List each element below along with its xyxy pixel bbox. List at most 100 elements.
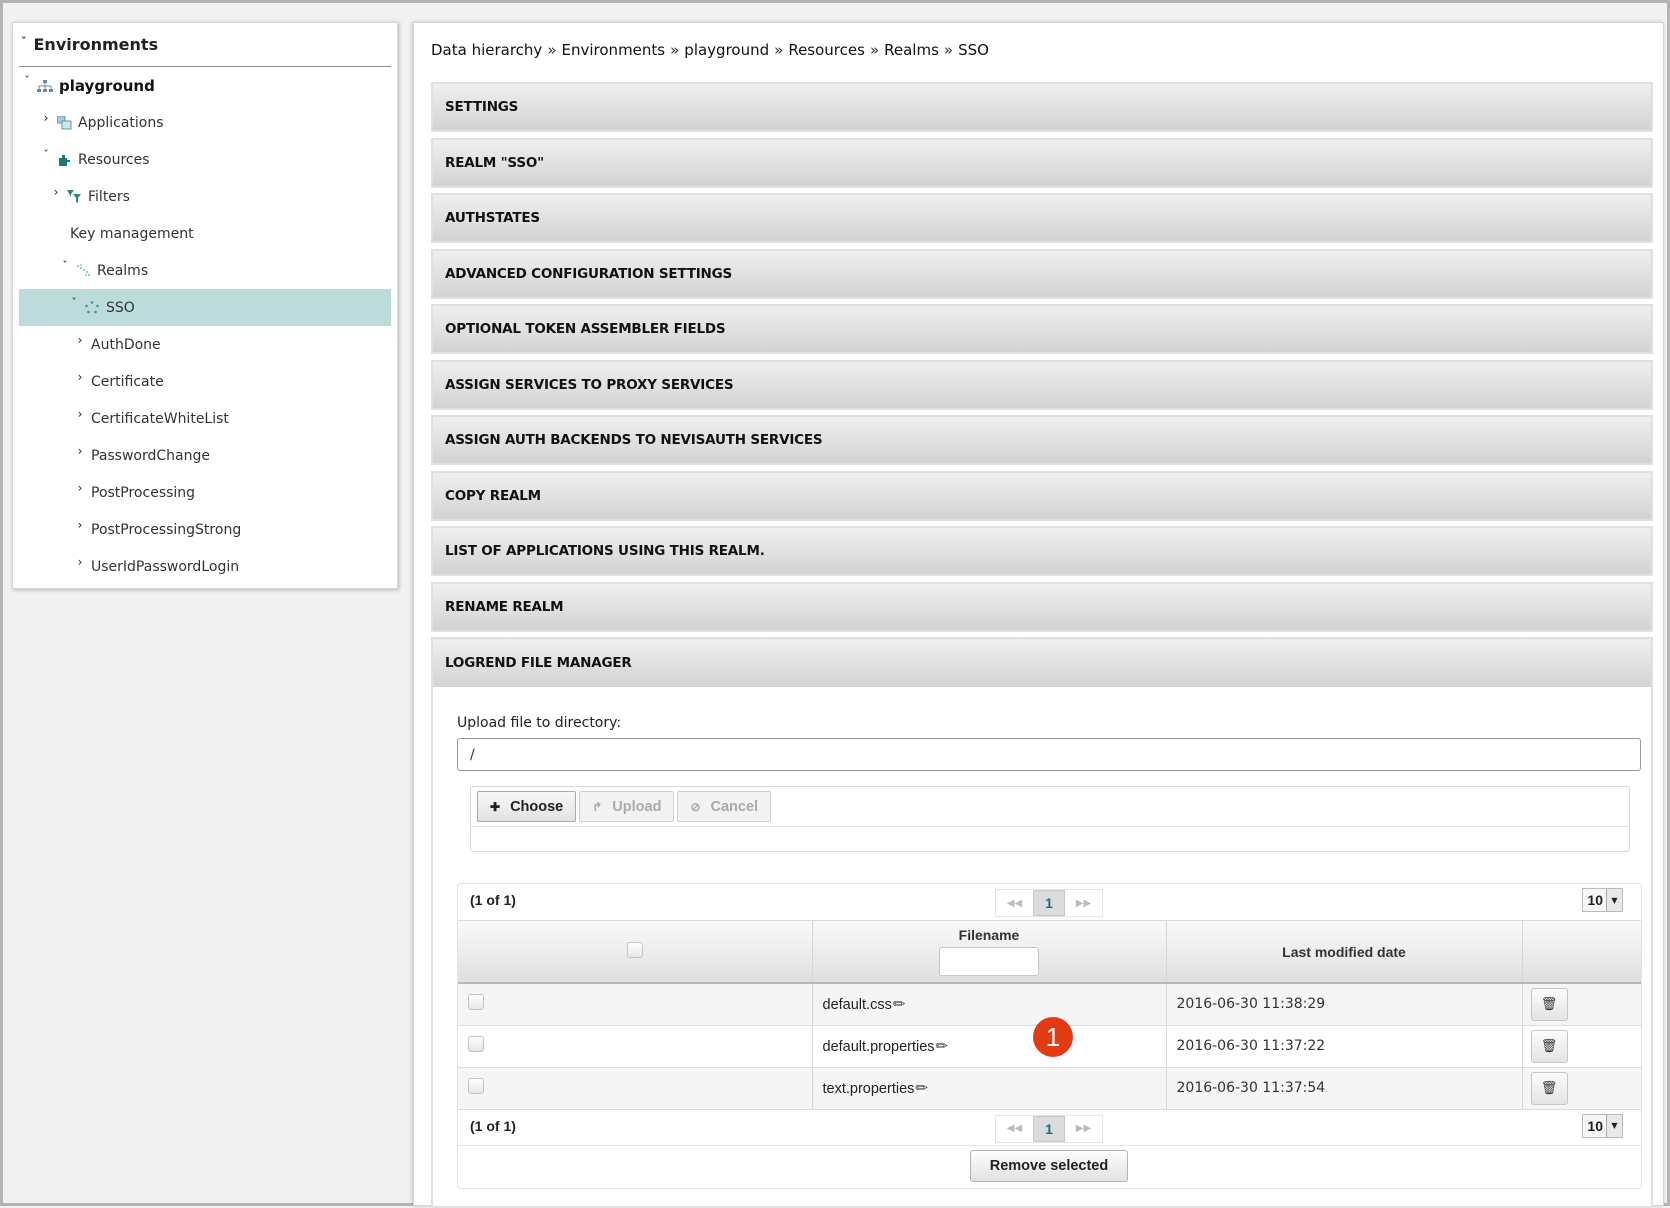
select-all-checkbox[interactable] (626, 942, 643, 958)
chevron-right-icon[interactable]: › (50, 185, 62, 199)
row-checkbox[interactable] (468, 1036, 484, 1052)
breadcrumb-item-resources[interactable]: Resources (788, 41, 865, 59)
breadcrumb-item-environments[interactable]: Environments (562, 41, 666, 59)
chevron-right-icon[interactable]: › (74, 407, 86, 421)
section-optional-token-assembler[interactable]: OPTIONAL TOKEN ASSEMBLER FIELDS (431, 304, 1653, 354)
chevron-right-icon[interactable]: › (74, 333, 86, 347)
filename-filter-input[interactable] (939, 947, 1039, 976)
chevron-down-icon[interactable]: ˇ (59, 259, 71, 272)
rows-per-page-select[interactable]: 10 ▼ (1582, 1113, 1623, 1138)
remove-selected-button[interactable]: Remove selected (970, 1149, 1128, 1182)
upload-directory-input[interactable] (457, 738, 1641, 771)
breadcrumb: Data hierarchy» Environments» playground» R… (431, 41, 989, 59)
cancel-button[interactable]: ⊘ Cancel (677, 791, 772, 822)
tree-item-key-management[interactable]: Key management (19, 215, 391, 252)
page-count: (1 of 1) (470, 1117, 516, 1134)
tree-item-certificatewhitelist[interactable]: › CertificateWhiteList (19, 400, 391, 437)
page-count: (1 of 1) (470, 892, 516, 908)
rows-per-page-value: 10 (1587, 1117, 1603, 1134)
filename-header[interactable]: Filename (812, 921, 1167, 984)
breadcrumb-separator: » (943, 41, 954, 59)
chevron-down-icon[interactable]: ˇ (68, 296, 80, 309)
rows-per-page-select[interactable]: 10 ▼ (1582, 888, 1623, 912)
filename-header-label: Filename (958, 927, 1020, 943)
trash-icon: 🗑 (1540, 1080, 1558, 1096)
breadcrumb-separator: » (547, 41, 557, 59)
page-1-button[interactable]: 1 (1033, 1115, 1065, 1142)
tree-item-useridpasswordlogin[interactable]: › UserIdPasswordLogin (19, 548, 391, 585)
section-realm-sso[interactable]: REALM "SSO" (431, 137, 1653, 188)
tree-item-applications[interactable]: › Applications (19, 104, 391, 141)
chevron-down-icon[interactable]: ˇ (40, 148, 52, 161)
page-1-button[interactable]: 1 (1033, 890, 1065, 916)
tree-item-label: Key management (70, 225, 194, 242)
upload-arrow-icon: ↱ (592, 799, 603, 814)
pencil-edit-icon[interactable]: ✏ (936, 1037, 949, 1055)
tree-item-playground[interactable]: ˇ playground (19, 67, 391, 104)
section-advanced-configuration[interactable]: ADVANCED CONFIGURATION SETTINGS (431, 248, 1653, 299)
dropdown-arrow-icon[interactable]: ▼ (1606, 889, 1622, 911)
section-list-applications[interactable]: LIST OF APPLICATIONS USING THIS REALM. (431, 526, 1653, 576)
upload-directory-label: Upload file to directory: (457, 715, 622, 731)
realms-icon (74, 264, 92, 278)
breadcrumb-item-realms[interactable]: Realms (884, 41, 939, 59)
section-authstates[interactable]: AUTHSTATES (431, 193, 1653, 243)
choose-button[interactable]: ✚ Choose (477, 791, 577, 822)
tree-item-postprocessingstrong[interactable]: › PostProcessingStrong (19, 511, 391, 548)
tree-header-label: Environments (33, 35, 159, 54)
delete-button[interactable]: 🗑 (1530, 1029, 1568, 1063)
chevron-right-icon[interactable]: › (74, 444, 86, 458)
tree-item-postprocessing[interactable]: › PostProcessing (19, 474, 391, 511)
section-logrend-file-manager[interactable]: LOGREND FILE MANAGER (431, 637, 1653, 687)
upload-button[interactable]: ↱ Upload (579, 791, 675, 822)
section-assign-auth-backends[interactable]: ASSIGN AUTH BACKENDS TO NEVISAUTH SERVIC… (431, 415, 1653, 465)
first-page-icon[interactable]: ◀◀ (996, 890, 1033, 916)
dropdown-arrow-icon[interactable]: ▼ (1606, 1114, 1622, 1137)
section-rename-realm[interactable]: RENAME REALM (431, 581, 1653, 632)
chevron-right-icon[interactable]: › (40, 111, 52, 125)
delete-button[interactable]: 🗑 (1530, 987, 1568, 1021)
tree-item-label: Realms (97, 262, 149, 279)
pencil-edit-icon[interactable]: ✏ (915, 1079, 928, 1097)
row-checkbox[interactable] (468, 1078, 484, 1094)
chevron-right-icon[interactable]: › (74, 370, 86, 384)
section-copy-realm[interactable]: COPY REALM (431, 470, 1653, 521)
chevron-right-icon[interactable]: › (74, 518, 86, 532)
breadcrumb-item-playground[interactable]: playground (684, 41, 769, 59)
delete-button[interactable]: 🗑 (1530, 1071, 1568, 1105)
tree-item-label: Filters (88, 188, 130, 205)
last-modified-header[interactable]: Last modified date (1166, 921, 1523, 984)
select-all-header (458, 921, 813, 984)
filename: default.css (822, 997, 892, 1014)
row-checkbox[interactable] (468, 994, 484, 1011)
chevron-right-icon[interactable]: › (74, 481, 86, 495)
table-row: text.properties✏ 2016-06-30 11:37:54 🗑 (458, 1067, 1641, 1110)
first-page-icon[interactable]: ◀◀ (996, 1116, 1033, 1142)
filename: default.properties (822, 1039, 935, 1055)
chevron-down-icon[interactable]: ˇ (21, 35, 27, 48)
tree-header-environments[interactable]: ˇ Environments (19, 23, 391, 67)
tree-item-filters[interactable]: › Filters (19, 178, 391, 215)
chevron-right-icon[interactable]: › (74, 555, 86, 569)
tree-item-authdone[interactable]: › AuthDone (19, 326, 391, 363)
rows-per-page-value: 10 (1587, 892, 1603, 908)
last-modified: 2016-06-30 11:37:54 (1176, 1080, 1326, 1096)
tree-item-passwordchange[interactable]: › PasswordChange (19, 437, 391, 474)
tree-item-label: Certificate (91, 373, 164, 390)
paginator-bottom: (1 of 1) ◀◀ 1 ▶▶ 10 ▼ (458, 1110, 1641, 1146)
pencil-edit-icon[interactable]: ✏ (893, 995, 906, 1013)
plus-icon: ✚ (490, 799, 501, 814)
tree-item-resources[interactable]: ˇ Resources (19, 141, 391, 178)
last-modified: 2016-06-30 11:37:22 (1176, 1038, 1326, 1054)
tree-panel: ˇ Environments ˇ playground › Applicatio… (12, 22, 398, 589)
tree-item-certificate[interactable]: › Certificate (19, 363, 391, 400)
breadcrumb-item-data-hierarchy[interactable]: Data hierarchy (431, 41, 542, 59)
tree-item-realms[interactable]: ˇ Realms (19, 252, 391, 289)
table-footer: Remove selected (458, 1146, 1641, 1184)
section-settings[interactable]: SETTINGS (431, 82, 1653, 132)
section-assign-services-proxy[interactable]: ASSIGN SERVICES TO PROXY SERVICES (431, 359, 1653, 410)
tree-item-sso[interactable]: ˇ SSO (19, 289, 391, 326)
last-page-icon[interactable]: ▶▶ (1065, 890, 1102, 916)
last-page-icon[interactable]: ▶▶ (1065, 1116, 1102, 1142)
chevron-down-icon[interactable]: ˇ (21, 74, 33, 87)
